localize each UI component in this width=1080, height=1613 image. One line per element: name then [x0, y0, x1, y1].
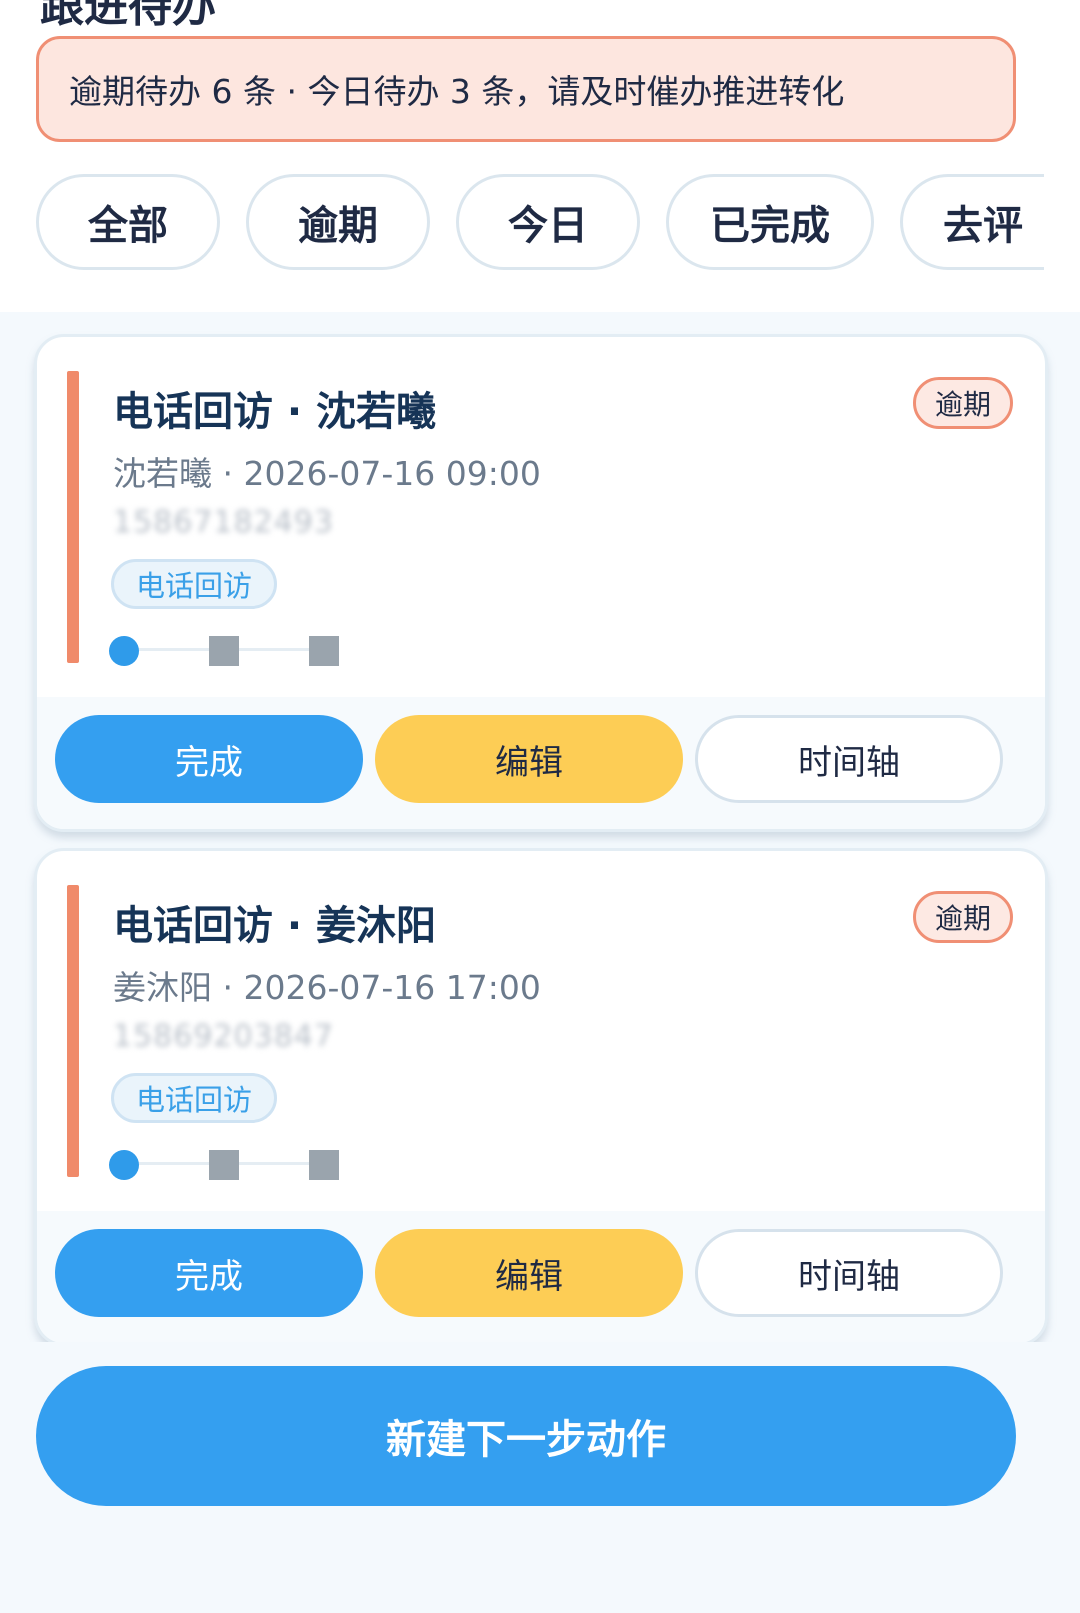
edit-button[interactable]: 编辑: [375, 1229, 683, 1317]
todo-card: 电话回访 · 沈若曦 逾期 沈若曦 · 2026-07-16 09:00 158…: [34, 334, 1048, 832]
step-pending-icon: [309, 1150, 339, 1180]
phone-number: 15867182493: [113, 505, 334, 540]
filter-overdue[interactable]: 逾期: [246, 174, 430, 270]
type-tag: 电话回访: [111, 559, 278, 609]
step-current-icon: [109, 636, 139, 666]
timeline-button[interactable]: 时间轴: [695, 715, 1003, 803]
filter-all[interactable]: 全部: [36, 174, 220, 270]
progress-steps: [109, 633, 341, 667]
step-current-icon: [109, 1150, 139, 1180]
filter-review[interactable]: 去评: [900, 174, 1044, 270]
step-pending-icon: [209, 1150, 239, 1180]
progress-steps: [109, 1147, 341, 1181]
todo-card: 电话回访 · 姜沐阳 逾期 姜沐阳 · 2026-07-16 17:00 158…: [34, 848, 1048, 1342]
phone-number: 15869203847: [113, 1019, 334, 1054]
overdue-accent-bar: [67, 885, 79, 1177]
todo-list-viewport: 电话回访 · 沈若曦 逾期 沈若曦 · 2026-07-16 09:00 158…: [0, 312, 1080, 1342]
filter-tabs: 全部 逾期 今日 已完成 去评: [36, 174, 1044, 274]
type-tag: 电话回访: [111, 1073, 278, 1123]
card-title: 电话回访 · 沈若曦: [113, 389, 437, 435]
status-badge: 逾期: [913, 891, 1013, 943]
edit-button[interactable]: 编辑: [375, 715, 683, 803]
step-pending-icon: [309, 636, 339, 666]
step-pending-icon: [209, 636, 239, 666]
screen: 跟进待办 逾期待办 6 条 · 今日待办 3 条，请及时催办推进转化 全部 逾期…: [0, 0, 1080, 1613]
complete-button[interactable]: 完成: [55, 715, 363, 803]
timeline-button[interactable]: 时间轴: [695, 1229, 1003, 1317]
overdue-alert-banner: 逾期待办 6 条 · 今日待办 3 条，请及时催办推进转化: [36, 36, 1016, 142]
overdue-accent-bar: [67, 371, 79, 663]
alert-text: 逾期待办 6 条 · 今日待办 3 条，请及时催办推进转化: [69, 72, 845, 111]
filter-completed[interactable]: 已完成: [666, 174, 874, 270]
card-title: 电话回访 · 姜沐阳: [113, 903, 437, 949]
filter-today[interactable]: 今日: [456, 174, 640, 270]
card-meta: 沈若曦 · 2026-07-16 09:00: [113, 454, 541, 493]
page-title: 跟进待办: [40, 0, 216, 32]
new-next-action-button[interactable]: 新建下一步动作: [36, 1366, 1016, 1506]
complete-button[interactable]: 完成: [55, 1229, 363, 1317]
status-badge: 逾期: [913, 377, 1013, 429]
card-meta: 姜沐阳 · 2026-07-16 17:00: [113, 968, 541, 1007]
